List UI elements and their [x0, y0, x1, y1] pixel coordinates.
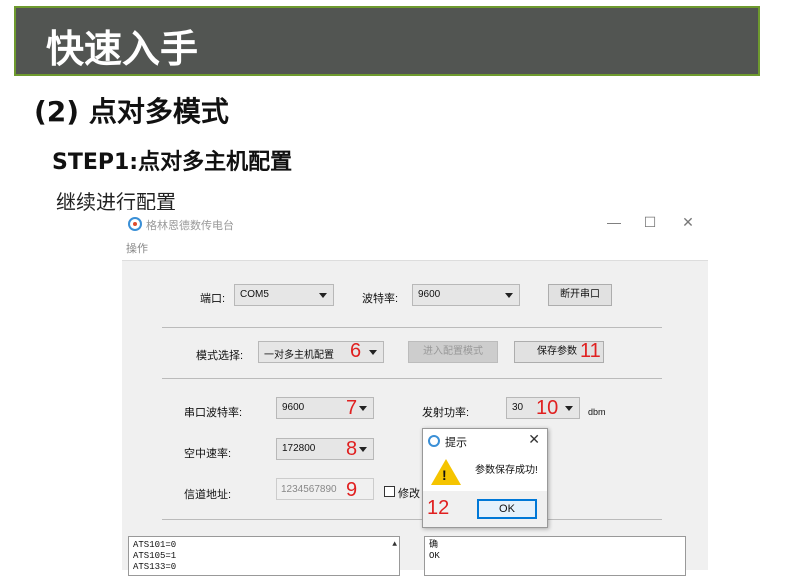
channel-value: 1234567890 — [281, 484, 337, 495]
annotation-8: 8 — [346, 438, 358, 460]
enter-config-button[interactable]: 进入配置模式 — [408, 341, 498, 363]
uart-baud-select[interactable]: 9600 — [276, 397, 374, 419]
warning-mark: ! — [442, 467, 447, 483]
section-heading: (2) 点对多模式 — [34, 95, 229, 128]
air-rate-label: 空中速率: — [184, 448, 232, 460]
log-line: 确 — [429, 540, 439, 550]
baud-select[interactable]: 9600 — [412, 284, 520, 306]
annotation-11: 11 — [580, 340, 601, 362]
mode-value: 一对多主机配置 — [264, 350, 334, 361]
port-select[interactable]: COM5 — [234, 284, 334, 306]
log-line: ATS101=0 — [133, 540, 177, 550]
chevron-down-icon — [369, 350, 377, 355]
title-bar: 格林恩德数传电台 — ☐ ✕ — [120, 210, 710, 238]
scroll-up-icon[interactable]: ▲ — [392, 539, 397, 550]
air-rate-value: 172800 — [282, 443, 316, 454]
chevron-down-icon — [505, 293, 513, 298]
log-line: ATS133=0 — [133, 562, 177, 572]
app-window: 格林恩德数传电台 — ☐ ✕ 操作 端口: COM5 波特率: 9600 断开串… — [120, 210, 710, 576]
log-line: ATS105=1 — [133, 551, 177, 561]
channel-input[interactable]: 1234567890 — [276, 478, 374, 500]
log-line: OK — [429, 551, 440, 561]
chevron-down-icon — [319, 293, 327, 298]
annotation-9: 9 — [346, 479, 358, 501]
dialog-close-button[interactable]: ✕ — [528, 431, 540, 448]
dialog-message: 参数保存成功! — [475, 465, 538, 476]
tx-power-value: 30 — [512, 402, 524, 413]
banner-title: 快速入手 — [46, 27, 199, 71]
divider — [162, 519, 662, 520]
port-value: COM5 — [240, 289, 269, 300]
modify-checkbox[interactable] — [384, 486, 395, 497]
divider — [162, 327, 662, 328]
air-rate-select[interactable]: 172800 — [276, 438, 374, 460]
uart-baud-label: 串口波特率: — [184, 407, 243, 419]
tx-power-unit: dbm — [588, 407, 606, 417]
ok-button[interactable]: OK — [477, 499, 537, 519]
annotation-6: 6 — [350, 340, 362, 362]
disconnect-button[interactable]: 断开串口 — [548, 284, 612, 306]
baud-label: 波特率: — [362, 293, 399, 305]
command-log[interactable]: ATS101=0 ATS105=1 ATS133=0 ▲ — [128, 536, 400, 576]
annotation-12: 12 — [427, 497, 450, 519]
tx-power-label: 发射功率: — [422, 407, 470, 419]
mode-select[interactable]: 一对多主机配置 — [258, 341, 384, 363]
modify-label: 修改 — [398, 488, 420, 500]
app-logo-icon — [128, 217, 142, 231]
save-params-label: 保存参数 — [537, 346, 577, 357]
window-title: 格林恩德数传电台 — [146, 220, 234, 232]
divider — [162, 378, 662, 379]
chevron-down-icon — [359, 447, 367, 452]
uart-baud-value: 9600 — [282, 402, 305, 413]
message-dialog: 提示 ✕ ! 参数保存成功! 12 OK — [422, 428, 548, 528]
step-heading: STEP1:点对多主机配置 — [52, 150, 293, 175]
annotation-7: 7 — [346, 397, 358, 419]
minimize-button[interactable]: — — [604, 214, 624, 230]
chevron-down-icon — [359, 406, 367, 411]
mode-label: 模式选择: — [196, 350, 244, 362]
baud-value: 9600 — [418, 289, 441, 300]
menu-operate[interactable]: 操作 — [126, 240, 148, 256]
channel-label: 信道地址: — [184, 489, 232, 501]
annotation-10: 10 — [536, 397, 559, 419]
app-logo-icon — [428, 435, 440, 447]
slide-banner: 快速入手 — [14, 6, 760, 76]
response-log[interactable]: 确 OK — [424, 536, 686, 576]
dialog-title: 提示 — [445, 437, 467, 449]
port-label: 端口: — [200, 293, 226, 305]
dialog-footer: 12 OK — [423, 491, 547, 527]
chevron-down-icon — [565, 406, 573, 411]
client-area: 端口: COM5 波特率: 9600 断开串口 模式选择: 一对多主机配置 6 … — [122, 260, 708, 576]
maximize-button[interactable]: ☐ — [640, 214, 660, 231]
close-button[interactable]: ✕ — [678, 214, 698, 231]
